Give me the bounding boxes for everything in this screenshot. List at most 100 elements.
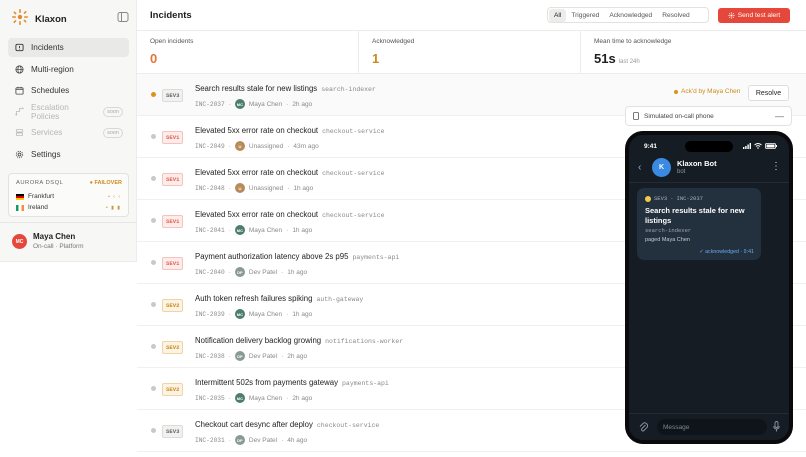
incident-meta: INC-2031 · DP Dev Patel · 4h ago bbox=[195, 435, 308, 445]
sidebar-item-multi-region[interactable]: Multi-region bbox=[8, 60, 129, 79]
sidebar-item-settings[interactable]: Settings bbox=[8, 145, 129, 164]
incident-meta: INC-2041 · MC Maya Chen · 1h ago bbox=[195, 225, 313, 235]
assignee-name: Maya Chen bbox=[248, 100, 283, 108]
status-dot bbox=[151, 176, 156, 181]
severity-badge: SEV1 bbox=[162, 257, 184, 270]
bot-avatar: K bbox=[652, 158, 671, 177]
incident-title[interactable]: Intermittent 502s from payments gateway p… bbox=[195, 378, 389, 387]
filter-acknowledged[interactable]: Acknowledged bbox=[604, 9, 657, 22]
chat-header: ‹ K Klaxon Bot bot ⋮ bbox=[629, 153, 789, 183]
service-name: search-indexer bbox=[321, 86, 376, 93]
message-input[interactable]: Message bbox=[657, 419, 767, 435]
incident-id: INC-2037 bbox=[195, 100, 225, 108]
sidebar-toggle-icon[interactable] bbox=[117, 10, 129, 22]
page-title: Incidents bbox=[150, 10, 192, 21]
service-name: checkout-service bbox=[322, 170, 385, 177]
incident-title[interactable]: Elevated 5xx error rate on checkout check… bbox=[195, 168, 385, 177]
sidebar-item-label: Multi-region bbox=[31, 65, 74, 74]
service-name: checkout-service bbox=[322, 128, 385, 135]
region-status: • ▮ ▮ bbox=[105, 205, 121, 211]
assignee-avatar: MC bbox=[234, 225, 245, 235]
sidebar-item-label: Services bbox=[31, 128, 63, 137]
bot-subtitle: bot bbox=[677, 169, 686, 175]
assignee-name: Dev Patel bbox=[248, 436, 278, 444]
stat-acknowledged: Acknowledged 1 bbox=[359, 31, 581, 74]
battery-icon bbox=[765, 143, 777, 149]
stats-bar: Open incidents 0 Acknowledged 1 Mean tim… bbox=[137, 31, 806, 74]
incident-id: INC-2048 bbox=[195, 184, 225, 192]
assignee-avatar: DP bbox=[234, 267, 245, 277]
incident-title[interactable]: Elevated 5xx error rate on checkout check… bbox=[195, 126, 385, 135]
incident-meta: INC-2038 · DP Dev Patel · 2h ago bbox=[195, 351, 308, 361]
microphone-icon[interactable] bbox=[773, 421, 780, 432]
incident-title[interactable]: Elevated 5xx error rate on checkout check… bbox=[195, 210, 385, 219]
severity-badge: SEV1 bbox=[162, 131, 184, 144]
message-title: Search results stale for new listings bbox=[645, 206, 745, 225]
incident-title[interactable]: Checkout cart desync after deploy checkou… bbox=[195, 420, 379, 429]
sidebar-item-schedules[interactable]: Schedules bbox=[8, 81, 129, 100]
sidebar-item-services: Services soon bbox=[8, 123, 129, 142]
incident-title[interactable]: Notification delivery backlog growing not… bbox=[195, 336, 403, 345]
incident-id: INC-2041 bbox=[195, 226, 225, 234]
page-header: Incidents All Triggered Acknowledged Res… bbox=[137, 0, 806, 31]
status-dot bbox=[151, 428, 156, 433]
message-paged: paged Maya Chen bbox=[645, 237, 690, 243]
stat-value: 51s last 24h bbox=[594, 51, 640, 66]
minimize-button[interactable]: — bbox=[775, 111, 784, 121]
aurora-dsql-panel[interactable]: AURORA DSQL ● FAILOVER Frankfurt • ‹ ‹ I… bbox=[8, 173, 129, 217]
incident-id: INC-2038 bbox=[195, 352, 225, 360]
severity-badge: SEV2 bbox=[162, 383, 184, 396]
assignee-avatar: MC bbox=[234, 309, 245, 319]
acknowledged-badge: Ack'd by Maya Chen bbox=[674, 88, 740, 95]
incident-title[interactable]: Search results stale for new listings sea… bbox=[195, 84, 376, 93]
service-name: checkout-service bbox=[316, 422, 380, 429]
service-name: notifications-worker bbox=[325, 338, 404, 345]
filter-resolved[interactable]: Resolved bbox=[657, 9, 695, 22]
avatar: MC bbox=[12, 234, 27, 249]
more-options-icon[interactable]: ⋮ bbox=[771, 161, 781, 172]
send-test-alert-button[interactable]: Send test alert bbox=[718, 8, 790, 23]
attachment-icon[interactable] bbox=[639, 422, 648, 432]
assignee-avatar: MC bbox=[234, 99, 245, 109]
brand[interactable]: Klaxon bbox=[11, 8, 67, 31]
sidebar-item-label: Escalation Policies bbox=[31, 102, 69, 121]
phone-clock: 9:41 bbox=[644, 143, 658, 150]
filter-triggered[interactable]: Triggered bbox=[566, 9, 604, 22]
incident-title[interactable]: Auth token refresh failures spiking auth-… bbox=[195, 294, 363, 303]
sidebar-item-label: Schedules bbox=[31, 86, 70, 95]
back-icon[interactable]: ‹ bbox=[638, 162, 641, 173]
region-frankfurt: Frankfurt bbox=[16, 193, 54, 200]
gear-icon bbox=[15, 150, 24, 159]
phone-status-icons bbox=[743, 143, 777, 149]
sidebar-item-incidents[interactable]: Incidents bbox=[8, 38, 129, 57]
assignee-name: Maya Chen bbox=[248, 394, 283, 402]
status-dot bbox=[151, 344, 156, 349]
calendar-icon bbox=[15, 86, 24, 95]
alert-message: SEV3 · INC-2037 Search results stale for n… bbox=[637, 188, 761, 260]
incident-id: INC-2049 bbox=[195, 142, 225, 150]
incident-title[interactable]: Payment authorization latency above 2s p… bbox=[195, 252, 399, 261]
assignee-avatar: U bbox=[234, 141, 245, 151]
incident-meta: INC-2037 · MC Maya Chen · 2h ago bbox=[195, 99, 313, 109]
incident-age: 2h ago bbox=[287, 352, 308, 360]
status-dot bbox=[151, 134, 156, 139]
service-name: checkout-service bbox=[322, 212, 385, 219]
assignee-name: Dev Patel bbox=[248, 268, 278, 276]
alert-triangle-icon bbox=[15, 43, 24, 52]
sidebar-item-label: Incidents bbox=[31, 43, 64, 52]
severity-badge: SEV3 bbox=[162, 89, 184, 102]
message-meta: SEV3 · INC-2037 bbox=[645, 195, 703, 202]
user-profile[interactable]: MC Maya Chen On-call · Platform bbox=[0, 222, 137, 262]
resolve-button[interactable]: Resolve bbox=[748, 85, 789, 101]
signal-icon bbox=[743, 143, 751, 149]
simulated-phone: 9:41 ‹ K Klaxon Bot bot ⋮ SEV3 · INC-2037 … bbox=[625, 131, 793, 444]
filter-all[interactable]: All bbox=[549, 8, 567, 22]
incident-meta: INC-2049 · U Unassigned · 43m ago bbox=[195, 141, 319, 151]
app-name: Klaxon bbox=[35, 14, 67, 25]
incident-age: 43m ago bbox=[293, 142, 319, 150]
sev-indicator-icon bbox=[645, 195, 651, 202]
assignee-avatar: DP bbox=[234, 351, 245, 361]
soon-badge: soon bbox=[103, 127, 123, 138]
sidebar-item-label: Settings bbox=[31, 150, 61, 159]
server-icon bbox=[15, 128, 24, 137]
